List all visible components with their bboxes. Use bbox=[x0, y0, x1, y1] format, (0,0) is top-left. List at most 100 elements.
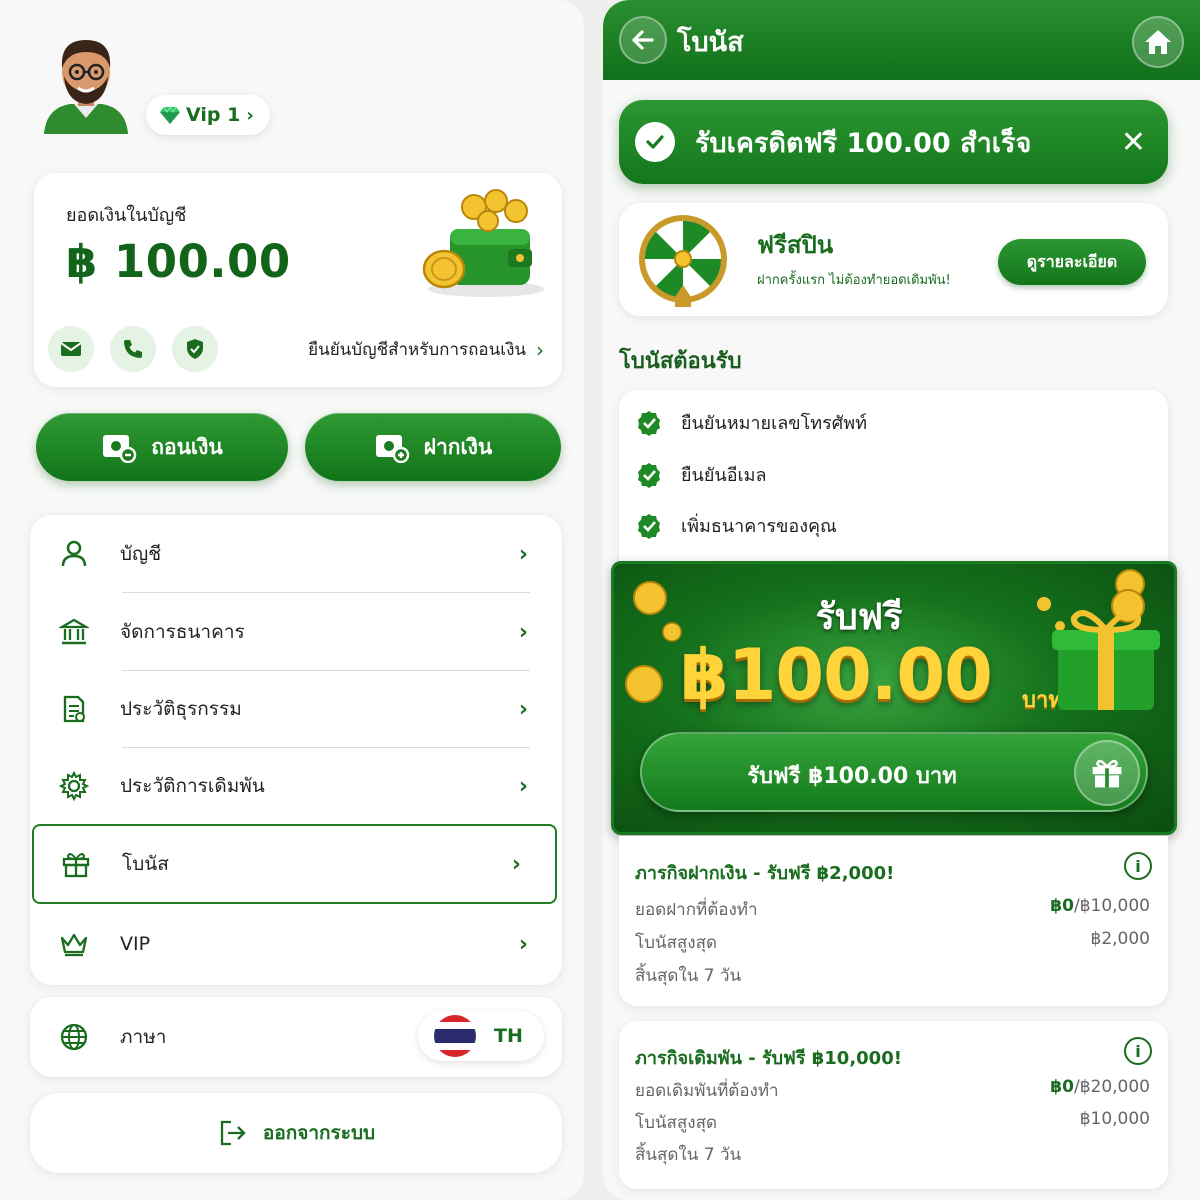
max-bonus-value: ฿2,000 bbox=[1090, 929, 1150, 949]
gift-icon bbox=[1074, 740, 1140, 806]
withdraw-icon bbox=[103, 435, 137, 463]
verify-email-button[interactable] bbox=[48, 326, 94, 372]
chevron-right-icon: › bbox=[246, 104, 254, 126]
mission-title: ภารกิจฝากเงิน - รับฟรี ฿2,000! bbox=[635, 863, 895, 884]
progress-current: ฿0 bbox=[1050, 1077, 1074, 1097]
menu-item-label: ประวัติธุรกรรม bbox=[120, 698, 242, 720]
wallet-coins-illustration bbox=[422, 189, 544, 297]
verify-account-link[interactable]: ยืนยันบัญชีสำหรับการถอนเงิน › bbox=[308, 336, 544, 363]
mail-icon bbox=[60, 342, 82, 356]
chevron-right-icon: › bbox=[536, 337, 544, 362]
verify-phone-button[interactable] bbox=[110, 326, 156, 372]
crown-icon bbox=[60, 933, 88, 957]
avatar[interactable] bbox=[40, 30, 132, 134]
chevron-right-icon: › bbox=[518, 931, 528, 957]
task-item: เพิ่มธนาคารของคุณ bbox=[635, 511, 837, 540]
vip-badge[interactable]: Vip 1 › bbox=[146, 95, 270, 135]
phone-icon bbox=[124, 340, 142, 358]
verify-security-button[interactable] bbox=[172, 326, 218, 372]
info-icon[interactable]: i bbox=[1124, 852, 1152, 880]
free-spin-subtitle: ฝากครั้งแรก ไม่ต้องทำยอดเดิมพัน! bbox=[757, 273, 951, 288]
expiry-label: สิ้นสุดใน 7 วัน bbox=[635, 966, 742, 986]
chevron-right-icon: › bbox=[518, 619, 528, 645]
progress-target: /฿20,000 bbox=[1073, 1077, 1150, 1097]
logout-label: ออกจากระบบ bbox=[262, 1122, 376, 1144]
diamond-icon bbox=[160, 106, 180, 124]
expiry-label: สิ้นสุดใน 7 วัน bbox=[635, 1145, 742, 1165]
mission-expiry-row: สิ้นสุดใน 7 วัน bbox=[635, 1141, 1150, 1168]
menu-item-vip[interactable]: VIP › bbox=[30, 905, 562, 983]
progress-target: /฿10,000 bbox=[1073, 896, 1150, 916]
welcome-task-list: ยืนยันหมายเลขโทรศัพท์ ยืนยันอีเมล เพิ่มธ… bbox=[619, 390, 1168, 580]
back-button[interactable] bbox=[619, 16, 667, 64]
free-credit-banner: รับฟรี ฿100.00 บาท รับฟรี ฿100.00 บาท bbox=[611, 561, 1177, 835]
requirement-label: ยอดเดิมพันที่ต้องทำ bbox=[635, 1081, 779, 1101]
home-icon bbox=[1145, 30, 1171, 54]
language-code: TH bbox=[494, 1025, 523, 1047]
menu-item-label: ประวัติการเดิมพัน bbox=[120, 775, 265, 797]
withdraw-button[interactable]: ถอนเงิน bbox=[36, 413, 288, 481]
check-circle-icon bbox=[635, 122, 675, 162]
menu-item-transactions[interactable]: ประวัติธุรกรรม › bbox=[30, 670, 562, 748]
deposit-button[interactable]: ฝากเงิน bbox=[305, 413, 561, 481]
check-badge-icon bbox=[638, 513, 660, 539]
max-bonus-value: ฿10,000 bbox=[1079, 1109, 1150, 1129]
user-icon bbox=[61, 540, 87, 567]
menu-item-bonus[interactable]: โบนัส › bbox=[32, 824, 557, 904]
promo-amount: ฿100.00 bbox=[680, 634, 993, 716]
deposit-label: ฝากเงิน bbox=[423, 434, 493, 459]
gift-icon bbox=[62, 853, 90, 878]
deposit-mission-card: ภารกิจฝากเงิน - รับฟรี ฿2,000! i ยอดฝากท… bbox=[619, 836, 1168, 1006]
document-icon bbox=[63, 695, 85, 723]
check-badge-icon bbox=[638, 410, 660, 436]
arrow-left-icon bbox=[632, 30, 654, 50]
chevron-right-icon: › bbox=[518, 696, 528, 722]
profile-panel: Vip 1 › ยอดเงินในบัญชี ฿ 100.00 ยืนยันบั… bbox=[0, 0, 584, 1200]
claim-free-credit-button[interactable]: รับฟรี ฿100.00 บาท bbox=[640, 732, 1148, 812]
account-menu: บัญชี › จัดการธนาคาร › ประวัติธุรกรรม › … bbox=[30, 515, 562, 985]
home-button[interactable] bbox=[1132, 16, 1184, 68]
check-badge-icon bbox=[638, 462, 660, 488]
verify-account-label: ยืนยันบัญชีสำหรับการถอนเงิน bbox=[308, 340, 526, 360]
gift-box-illustration bbox=[1052, 589, 1160, 710]
free-spin-card: ฟรีสปิน ฝากครั้งแรก ไม่ต้องทำยอดเดิมพัน!… bbox=[619, 203, 1168, 316]
vip-label: Vip 1 bbox=[186, 104, 241, 126]
max-bonus-label: โบนัสสูงสุด bbox=[635, 1113, 718, 1133]
mission-max-bonus-row: โบนัสสูงสุด ฿10,000 bbox=[635, 1109, 1150, 1136]
max-bonus-label: โบนัสสูงสุด bbox=[635, 933, 718, 953]
close-icon[interactable]: ✕ bbox=[1121, 125, 1146, 160]
spin-wheel-icon bbox=[639, 215, 727, 307]
menu-item-bank[interactable]: จัดการธนาคาร › bbox=[30, 593, 562, 671]
task-item: ยืนยันหมายเลขโทรศัพท์ bbox=[635, 408, 867, 437]
withdraw-label: ถอนเงิน bbox=[151, 434, 223, 459]
menu-item-label: VIP bbox=[120, 933, 151, 955]
task-label: ยืนยันหมายเลขโทรศัพท์ bbox=[681, 413, 867, 434]
globe-icon bbox=[60, 1023, 88, 1051]
bonus-panel: โบนัส รับเครดิตฟรี 100.00 สำเร็จ ✕ ฟรีสป… bbox=[603, 0, 1200, 1200]
chevron-right-icon: › bbox=[511, 851, 521, 877]
language-selector[interactable]: TH bbox=[418, 1011, 544, 1061]
free-spin-title: ฟรีสปิน bbox=[757, 231, 834, 259]
mission-requirement-row: ยอดฝากที่ต้องทำ ฿0/฿10,000 bbox=[635, 896, 1150, 923]
bank-icon bbox=[59, 618, 89, 645]
page-title: โบนัส bbox=[677, 27, 744, 58]
menu-item-bet-history[interactable]: ประวัติการเดิมพัน › bbox=[30, 747, 562, 825]
success-toast: รับเครดิตฟรี 100.00 สำเร็จ ✕ bbox=[619, 100, 1168, 184]
deposit-icon bbox=[375, 435, 409, 463]
mission-requirement-row: ยอดเดิมพันที่ต้องทำ ฿0/฿20,000 bbox=[635, 1077, 1150, 1104]
task-label: เพิ่มธนาคารของคุณ bbox=[681, 516, 837, 537]
menu-item-label: บัญชี bbox=[120, 543, 162, 565]
info-icon[interactable]: i bbox=[1124, 1037, 1152, 1065]
task-label: ยืนยันอีเมล bbox=[681, 465, 767, 486]
logout-icon bbox=[220, 1120, 246, 1146]
chevron-right-icon: › bbox=[518, 773, 528, 799]
header-bar: โบนัส bbox=[603, 0, 1200, 80]
balance-amount: ฿ 100.00 bbox=[66, 235, 291, 288]
claim-button-label: รับฟรี ฿100.00 บาท bbox=[747, 764, 957, 789]
gear-icon bbox=[59, 771, 89, 801]
bet-mission-card: ภารกิจเดิมพัน - รับฟรี ฿10,000! i ยอดเดิ… bbox=[619, 1021, 1168, 1189]
logout-button[interactable]: ออกจากระบบ bbox=[30, 1093, 562, 1173]
menu-item-account[interactable]: บัญชี › bbox=[30, 515, 562, 593]
menu-item-label: โบนัส bbox=[122, 853, 169, 875]
view-details-button[interactable]: ดูรายละเอียด bbox=[998, 239, 1146, 285]
